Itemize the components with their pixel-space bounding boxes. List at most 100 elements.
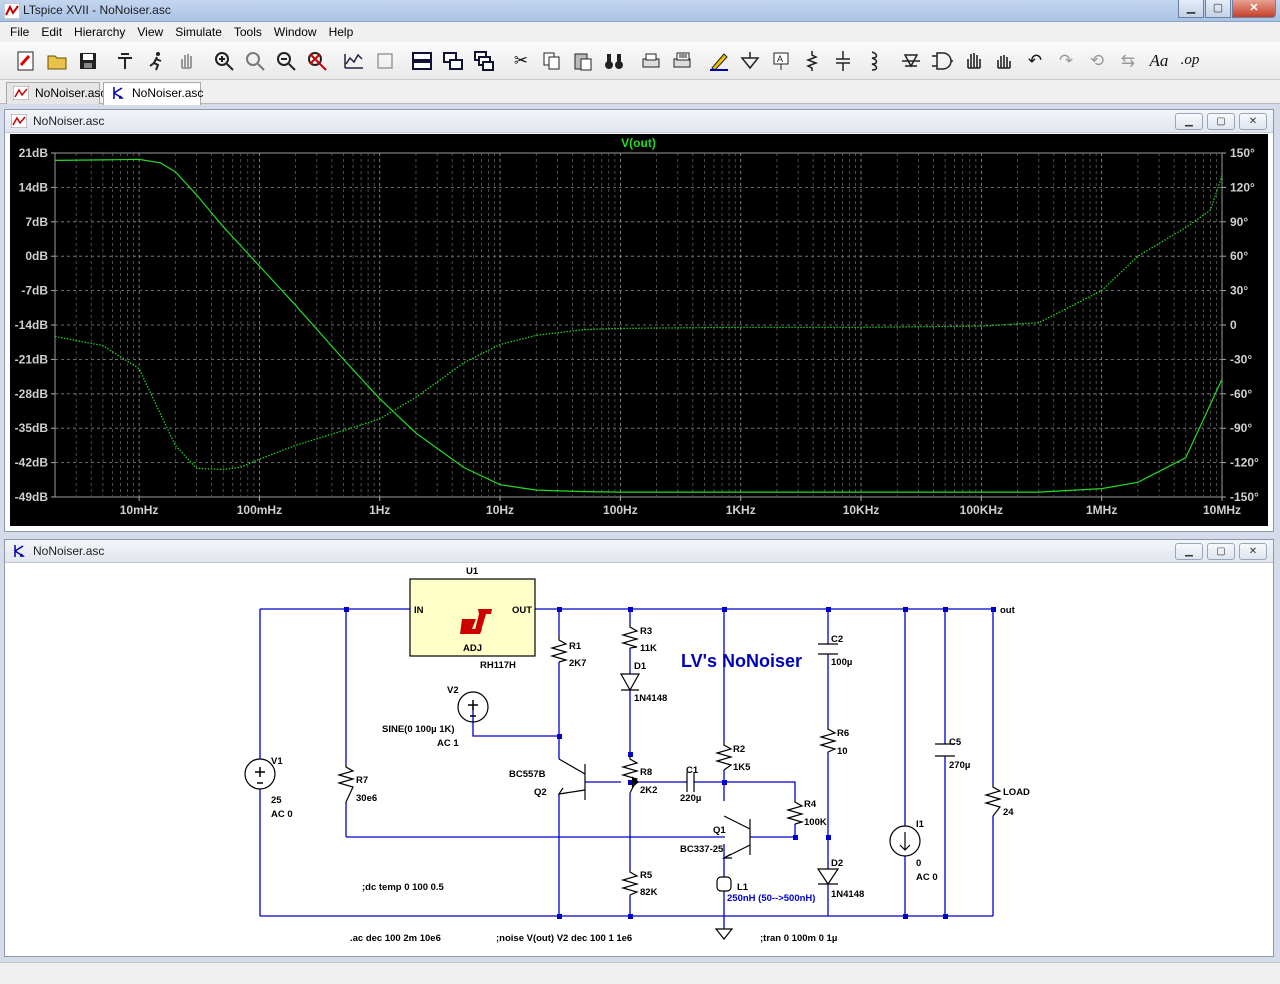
tile-horizontal-icon[interactable] (408, 47, 436, 75)
svg-text:A: A (777, 54, 783, 64)
v2-value: SINE(0 100µ 1K) (382, 724, 455, 735)
waveform-plot[interactable]: 21dB 150° 14dB 120° 7dB 90° 0dB 60° -7dB 30° -14dB… (10, 134, 1268, 526)
halt-hand-icon[interactable] (173, 47, 201, 75)
pan-icon[interactable] (241, 47, 269, 75)
inductor-icon[interactable] (860, 47, 888, 75)
r5-value: 82K (640, 887, 658, 898)
i1-ac: AC 0 (916, 872, 938, 883)
dc-directive[interactable]: ;dc temp 0 100 0.5 (362, 882, 445, 893)
tab-schematic[interactable]: NoNoiser.asc (103, 82, 203, 105)
out-net-label: out (1000, 605, 1016, 616)
close-button[interactable]: ✕ (1232, 0, 1276, 18)
schematic-minimize-button[interactable]: ▁ (1175, 543, 1203, 560)
r4-value: 100K (804, 817, 827, 828)
component-icon[interactable] (928, 47, 956, 75)
x-tick-label: 100mHz (237, 503, 282, 517)
plot-settings-icon[interactable] (371, 47, 399, 75)
maximize-button[interactable]: ▢ (1205, 0, 1231, 18)
status-bar (0, 962, 1280, 984)
y-tick-label-left: -7dB (21, 284, 48, 298)
y-tick-label-left: 14dB (19, 180, 49, 194)
menu-simulate[interactable]: Simulate (169, 25, 228, 39)
x-tick-label: 100Hz (603, 503, 638, 517)
schematic-close-button[interactable]: ✕ (1239, 543, 1267, 560)
control-panel-icon[interactable] (111, 47, 139, 75)
cut-icon[interactable]: ✂ (507, 47, 535, 75)
zoom-fit-icon[interactable] (303, 47, 331, 75)
waveform-close-button[interactable]: ✕ (1239, 113, 1267, 130)
y-tick-label-right: -150° (1230, 490, 1259, 504)
r2-label: R2 (733, 744, 745, 755)
menu-tools[interactable]: Tools (228, 25, 268, 39)
minimize-button[interactable]: ▁ (1178, 0, 1204, 18)
u1-out-pin: OUT (512, 605, 532, 616)
c2-label: C2 (831, 634, 843, 645)
rotate-icon[interactable]: ⟲ (1083, 47, 1111, 75)
resistor-icon[interactable] (798, 47, 826, 75)
load-value: 24 (1003, 807, 1014, 818)
r6-label: R6 (837, 728, 849, 739)
menu-window[interactable]: Window (268, 25, 323, 39)
d1-label: D1 (634, 661, 647, 672)
print-icon[interactable] (637, 47, 665, 75)
y-tick-label-left: -14dB (15, 318, 49, 332)
save-icon[interactable] (74, 47, 102, 75)
y-tick-label-right: -120° (1230, 456, 1259, 470)
spice-directive-icon[interactable]: .op (1176, 47, 1204, 75)
noise-directive[interactable]: ;noise V(out) V2 dec 100 1 1e6 (496, 933, 632, 944)
r7-label: R7 (356, 775, 368, 786)
waveform-minimize-button[interactable]: ▁ (1175, 113, 1203, 130)
tile-vertical-icon[interactable] (439, 47, 467, 75)
print-setup-icon[interactable] (668, 47, 696, 75)
find-binoculars-icon[interactable] (600, 47, 628, 75)
schematic-canvas[interactable]: U1 IN OUT ADJ RH117H R1 2K7 R3 11K D1 1N… (10, 564, 1268, 952)
i1-value: 0 (916, 858, 921, 869)
paste-icon[interactable] (569, 47, 597, 75)
mirror-icon[interactable]: ⇆ (1114, 47, 1142, 75)
ground-icon[interactable] (736, 47, 764, 75)
menu-bar: File Edit Hierarchy View Simulate Tools … (0, 22, 1280, 42)
r4-label: R4 (804, 799, 817, 810)
open-folder-icon[interactable] (43, 47, 71, 75)
tab-waveform[interactable]: NoNoiser.asc (6, 82, 106, 104)
schematic-drawing[interactable]: U1 IN OUT ADJ RH117H R1 2K7 R3 11K D1 1N… (10, 564, 1268, 952)
schematic-window-titlebar: NoNoiser.asc ▁ ▢ ✕ (5, 540, 1273, 563)
ac-directive[interactable]: .ac dec 100 2m 10e6 (350, 933, 441, 944)
wire-pencil-icon[interactable] (705, 47, 733, 75)
zoom-in-icon[interactable] (210, 47, 238, 75)
move-hand-icon[interactable] (959, 47, 987, 75)
text-icon[interactable]: Aa (1145, 47, 1173, 75)
label-net-icon[interactable]: A (767, 47, 795, 75)
drag-hand-icon[interactable] (990, 47, 1018, 75)
redo-icon[interactable]: ↷ (1052, 47, 1080, 75)
menu-file[interactable]: File (4, 25, 35, 39)
zoom-out-icon[interactable] (272, 47, 300, 75)
schematic-restore-button[interactable]: ▢ (1207, 543, 1235, 560)
x-tick-label: 10Hz (486, 503, 514, 517)
run-icon[interactable] (142, 47, 170, 75)
tran-directive[interactable]: ;tran 0 100m 0 1µ (760, 933, 837, 944)
diode-icon[interactable] (897, 47, 925, 75)
window-title: LTspice XVII - NoNoiser.asc (23, 3, 171, 17)
undo-icon[interactable]: ↶ (1021, 47, 1049, 75)
bode-chart[interactable]: 21dB 150° 14dB 120° 7dB 90° 0dB 60° -7dB 30° -14dB… (10, 134, 1268, 526)
v1-label: V1 (271, 756, 283, 767)
autorange-icon[interactable] (340, 47, 368, 75)
new-schematic-icon[interactable] (12, 47, 40, 75)
waveform-window-titlebar: NoNoiser.asc ▁ ▢ ✕ (5, 110, 1273, 133)
menu-help[interactable]: Help (323, 25, 360, 39)
capacitor-icon[interactable] (829, 47, 857, 75)
v1-ac: AC 0 (271, 809, 293, 820)
trace-title: V(out) (621, 136, 656, 150)
waveform-restore-button[interactable]: ▢ (1207, 113, 1235, 130)
q2-part: BC557B (509, 769, 546, 780)
menu-edit[interactable]: Edit (35, 25, 68, 39)
waveform-window: NoNoiser.asc ▁ ▢ ✕ 21dB 150° 14dB 120° 7dB 90… (4, 109, 1274, 532)
r3-label: R3 (640, 626, 652, 637)
cascade-icon[interactable] (470, 47, 498, 75)
copy-icon[interactable] (538, 47, 566, 75)
menu-view[interactable]: View (131, 25, 169, 39)
y-tick-label-right: 150° (1230, 146, 1255, 160)
r8-label: R8 (640, 767, 652, 778)
menu-hierarchy[interactable]: Hierarchy (68, 25, 131, 39)
